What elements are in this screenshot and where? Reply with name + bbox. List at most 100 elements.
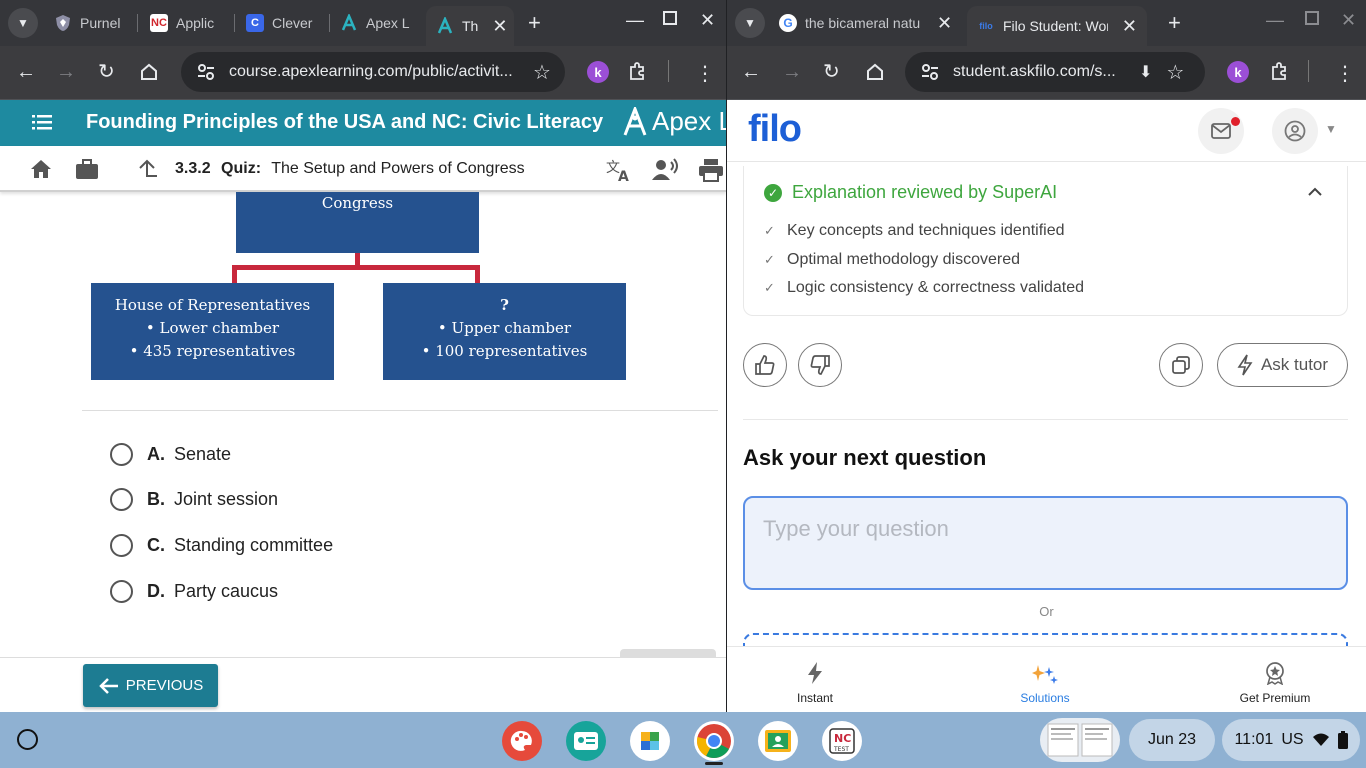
home-icon[interactable] bbox=[30, 158, 52, 185]
menu-icon[interactable] bbox=[32, 112, 52, 137]
nav-instant[interactable]: Instant bbox=[745, 647, 885, 705]
extensions-puzzle-icon[interactable] bbox=[1269, 61, 1289, 86]
print-icon[interactable] bbox=[698, 158, 724, 187]
ask-tutor-button[interactable]: Ask tutor bbox=[1217, 343, 1348, 387]
bookmark-star-icon[interactable]: ☆ bbox=[533, 60, 551, 85]
classroom-app-icon[interactable] bbox=[758, 721, 798, 761]
launcher-icon[interactable] bbox=[17, 729, 38, 750]
caret-down-icon[interactable]: ▼ bbox=[1325, 122, 1337, 136]
copy-button[interactable] bbox=[1159, 343, 1203, 387]
question-input[interactable] bbox=[743, 496, 1348, 590]
radio-button[interactable] bbox=[110, 533, 133, 557]
translate-icon[interactable]: 文A bbox=[606, 158, 632, 187]
filo-logo[interactable]: filo bbox=[748, 108, 802, 151]
submit-button-edge[interactable] bbox=[620, 649, 716, 657]
classlink-app-icon[interactable] bbox=[630, 721, 670, 761]
tab-title: Th bbox=[462, 18, 479, 34]
answer-option-a[interactable]: A. Senate bbox=[110, 440, 231, 468]
id-card-app-icon[interactable] bbox=[566, 721, 606, 761]
thumbs-up-icon bbox=[755, 355, 775, 375]
status-tray[interactable]: 11:01 US bbox=[1222, 719, 1360, 761]
briefcase-icon[interactable] bbox=[75, 158, 99, 185]
tab-google-search[interactable]: G the bicameral natu ✕ bbox=[779, 6, 955, 40]
install-app-icon[interactable]: ⬇ bbox=[1139, 62, 1152, 82]
date-text: Jun 23 bbox=[1147, 731, 1197, 748]
close-icon[interactable]: ✕ bbox=[1122, 16, 1137, 37]
time-text: 11:01 bbox=[1234, 731, 1274, 748]
radio-button[interactable] bbox=[110, 442, 133, 466]
canvas-app-icon[interactable] bbox=[502, 721, 542, 761]
chevron-up-icon[interactable] bbox=[1307, 184, 1323, 202]
extension-k-icon[interactable]: k bbox=[1227, 61, 1249, 83]
extensions-puzzle-icon[interactable] bbox=[627, 61, 647, 86]
more-menu-icon[interactable]: ⋮ bbox=[695, 61, 715, 86]
copy-icon bbox=[1172, 356, 1190, 374]
tab-clever[interactable]: C Clever bbox=[246, 6, 326, 40]
premium-badge-icon bbox=[1205, 647, 1345, 685]
diagram-connector bbox=[232, 265, 480, 270]
home-icon[interactable] bbox=[865, 62, 885, 86]
svg-text:TEST: TEST bbox=[833, 746, 849, 753]
date-pill[interactable]: Jun 23 bbox=[1129, 719, 1215, 761]
close-icon[interactable]: ✕ bbox=[492, 16, 507, 37]
check-item: ✓ Key concepts and techniques identified bbox=[764, 222, 1065, 240]
radio-button[interactable] bbox=[110, 579, 133, 603]
mail-button[interactable] bbox=[1198, 108, 1244, 154]
tab-application[interactable]: NC Applic bbox=[150, 6, 230, 40]
bottom-nav: Instant Solutions Get Premium bbox=[727, 646, 1366, 712]
new-tab-icon[interactable]: + bbox=[1168, 10, 1181, 36]
nc-test-app-icon[interactable]: NC TEST bbox=[822, 721, 862, 761]
tab-filo-active[interactable]: filo Filo Student: World ✕ bbox=[967, 6, 1147, 46]
bookmark-star-icon[interactable]: ☆ bbox=[1166, 60, 1184, 85]
minimize-icon[interactable]: — bbox=[1266, 10, 1284, 31]
forward-icon[interactable]: → bbox=[56, 62, 76, 82]
maximize-icon[interactable] bbox=[1304, 10, 1320, 31]
new-tab-icon[interactable]: + bbox=[528, 10, 541, 36]
holding-space-thumbnail[interactable] bbox=[1040, 718, 1120, 762]
home-icon[interactable] bbox=[139, 62, 159, 86]
filo-header: filo ▼ bbox=[727, 100, 1366, 162]
radio-button[interactable] bbox=[110, 487, 133, 511]
address-bar[interactable]: student.askfilo.com/s... ⬇ ☆ bbox=[905, 52, 1205, 92]
site-info-icon[interactable] bbox=[919, 61, 941, 83]
close-icon[interactable]: ✕ bbox=[937, 13, 952, 34]
filo-icon: filo bbox=[979, 21, 993, 31]
answer-option-c[interactable]: C. Standing committee bbox=[110, 531, 333, 559]
thumbs-down-button[interactable] bbox=[798, 343, 842, 387]
diagram-unknown-line: • 100 representatives bbox=[421, 342, 588, 360]
reload-icon[interactable]: ↻ bbox=[823, 62, 840, 82]
shield-icon bbox=[54, 14, 72, 32]
back-icon[interactable]: ← bbox=[16, 62, 36, 82]
forward-icon[interactable]: → bbox=[782, 62, 802, 82]
up-level-icon[interactable] bbox=[136, 158, 158, 185]
thumbs-up-button[interactable] bbox=[743, 343, 787, 387]
close-window-icon[interactable]: ✕ bbox=[1341, 10, 1356, 31]
tab-search-button[interactable]: ▼ bbox=[735, 8, 765, 38]
maximize-icon[interactable] bbox=[662, 10, 678, 31]
account-button[interactable] bbox=[1272, 108, 1318, 154]
previous-button[interactable]: PREVIOUS bbox=[83, 664, 218, 707]
read-aloud-icon[interactable] bbox=[651, 158, 679, 187]
extension-k-icon[interactable]: k bbox=[587, 61, 609, 83]
nav-solutions[interactable]: Solutions bbox=[975, 647, 1115, 705]
more-menu-icon[interactable]: ⋮ bbox=[1335, 61, 1355, 86]
url-text: student.askfilo.com/s... bbox=[953, 63, 1116, 80]
answer-option-d[interactable]: D. Party caucus bbox=[110, 577, 278, 605]
close-window-icon[interactable]: ✕ bbox=[700, 10, 715, 31]
site-info-icon[interactable] bbox=[195, 61, 217, 83]
address-bar[interactable]: course.apexlearning.com/public/activit..… bbox=[181, 52, 565, 92]
tab-purnell[interactable]: Purnel bbox=[54, 6, 134, 40]
reload-icon[interactable]: ↻ bbox=[98, 62, 115, 82]
option-text: Standing committee bbox=[174, 534, 334, 555]
review-title-text: Explanation reviewed by SuperAI bbox=[792, 182, 1058, 202]
tab-apex[interactable]: Apex L bbox=[340, 6, 420, 40]
tab-apex-active[interactable]: Th ✕ bbox=[426, 6, 514, 46]
nav-get-premium[interactable]: Get Premium bbox=[1205, 647, 1345, 705]
chrome-app-icon[interactable] bbox=[694, 721, 734, 761]
minimize-icon[interactable]: — bbox=[626, 10, 644, 31]
check-item-text: Key concepts and techniques identified bbox=[787, 222, 1065, 239]
back-icon[interactable]: ← bbox=[741, 62, 761, 82]
answer-option-b[interactable]: B. Joint session bbox=[110, 485, 278, 513]
nc-icon: NC bbox=[150, 14, 168, 32]
tab-search-button[interactable]: ▼ bbox=[8, 8, 38, 38]
